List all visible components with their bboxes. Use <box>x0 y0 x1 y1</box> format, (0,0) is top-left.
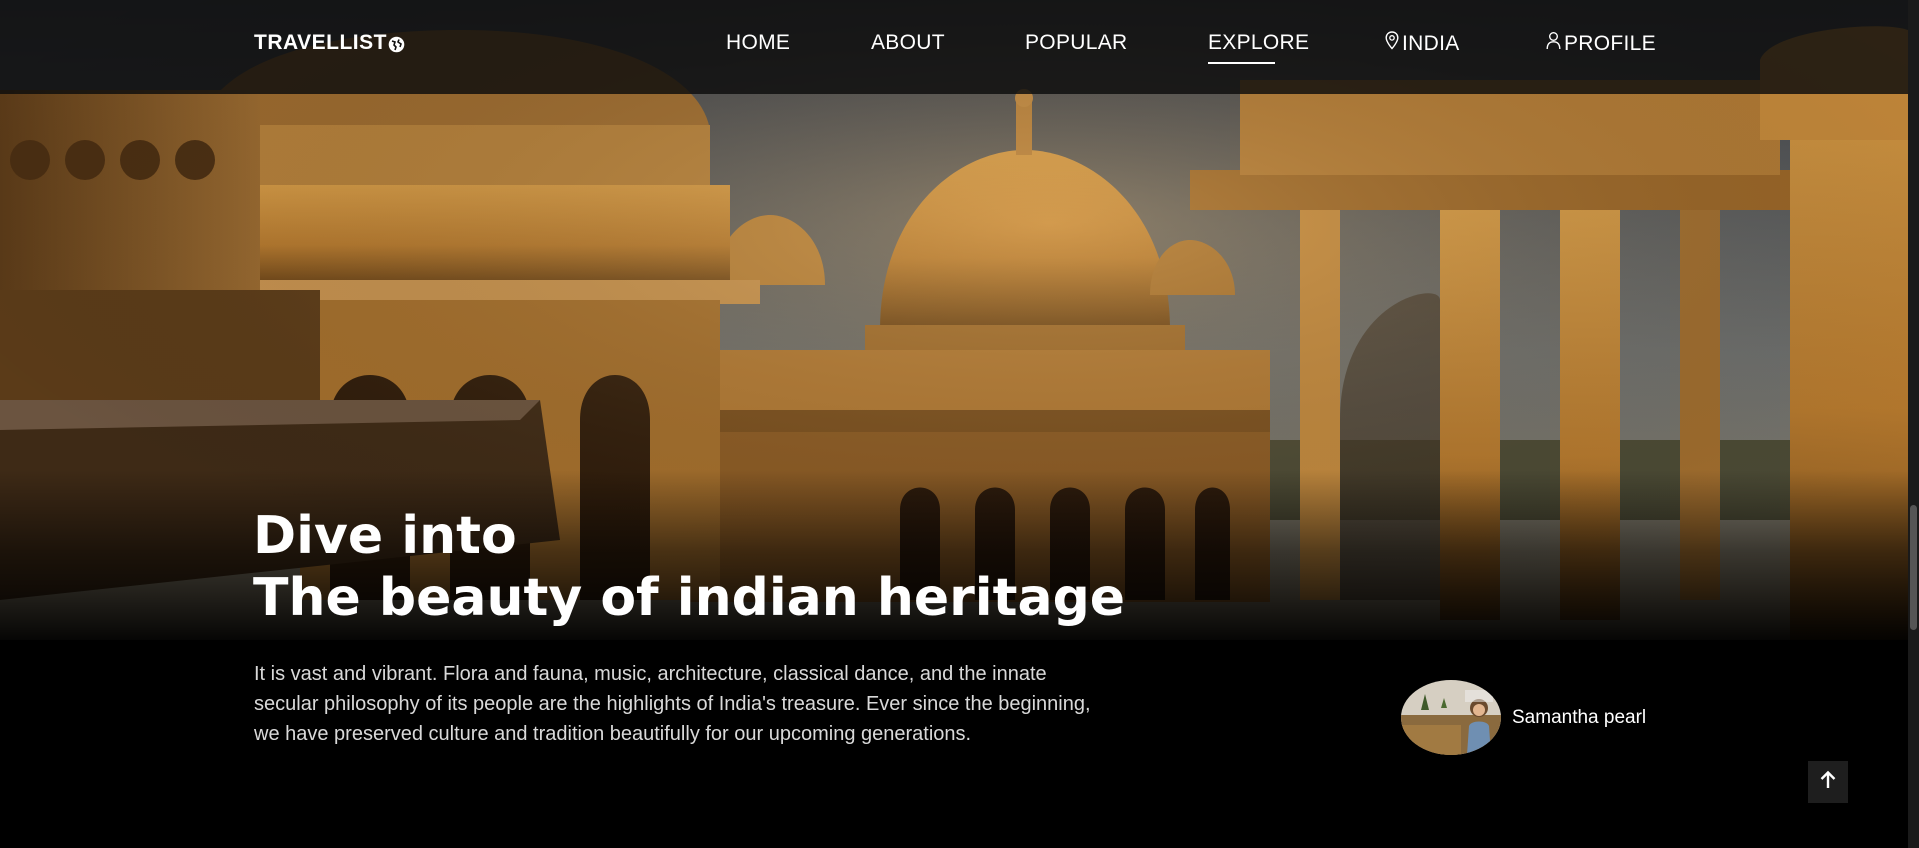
page-scrollbar[interactable] <box>1908 0 1919 848</box>
nav-home-link[interactable]: HOME <box>726 31 790 55</box>
nav-india-label: INDIA <box>1402 31 1460 55</box>
page: TRAVELLIST HOME ABOUT POPULAR EXPLORE IN… <box>0 0 1919 848</box>
hero-title: Dive into The beauty of indian heritage <box>253 505 1125 629</box>
nav-india-link[interactable]: INDIA <box>1385 31 1460 56</box>
author-name: Samantha pearl <box>1512 706 1647 728</box>
nav-profile-label: PROFILE <box>1564 31 1656 55</box>
avatar <box>1401 680 1501 755</box>
nav-about-link[interactable]: ABOUT <box>871 31 945 55</box>
hero-description: It is vast and vibrant. Flora and fauna,… <box>254 663 1091 745</box>
scrollbar-thumb[interactable] <box>1910 505 1917 630</box>
nav-links: HOME ABOUT POPULAR EXPLORE INDIA PROFILE <box>0 31 1908 64</box>
hero-title-line-1: Dive into <box>253 506 517 566</box>
user-icon <box>1546 31 1561 56</box>
nav-profile-link[interactable]: PROFILE <box>1546 31 1656 56</box>
location-pin-icon <box>1385 31 1399 56</box>
navbar: TRAVELLIST HOME ABOUT POPULAR EXPLORE IN… <box>0 0 1908 94</box>
scroll-to-top-button[interactable] <box>1808 761 1848 803</box>
nav-explore-link[interactable]: EXPLORE <box>1208 31 1309 64</box>
arrow-up-icon <box>1819 770 1837 795</box>
hero-title-line-2: The beauty of indian heritage <box>253 568 1126 628</box>
nav-popular-link[interactable]: POPULAR <box>1025 31 1127 55</box>
author-card[interactable]: Samantha pearl <box>1401 680 1646 755</box>
